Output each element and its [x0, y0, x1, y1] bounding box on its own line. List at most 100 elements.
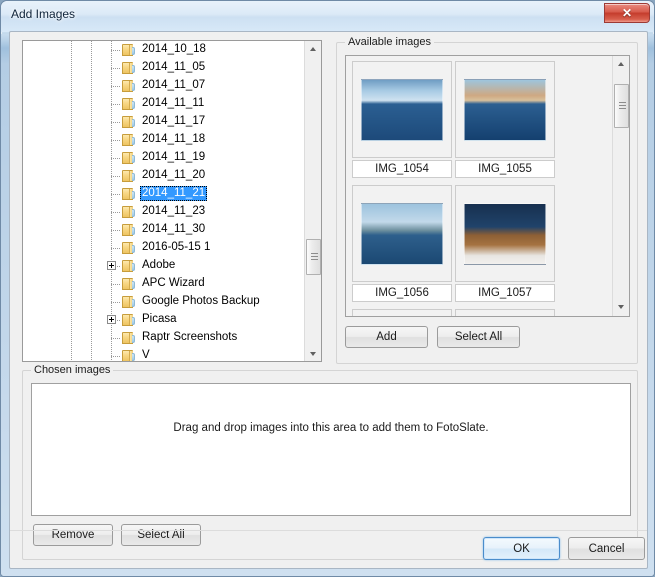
- chosen-select-all-button[interactable]: Select All: [121, 524, 201, 546]
- chosen-images-dropzone[interactable]: Drag and drop images into this area to a…: [31, 383, 631, 516]
- tree-connector: [111, 50, 121, 51]
- thumbnail-image[interactable]: [352, 309, 452, 316]
- thumbnail-cell[interactable]: IMG_1056: [352, 185, 452, 302]
- tree-connector: [111, 158, 121, 159]
- chosen-images-legend: Chosen images: [31, 364, 114, 376]
- tree-item[interactable]: 2014_10_18: [23, 41, 306, 59]
- tree-item[interactable]: Raptr Screenshots: [23, 329, 306, 347]
- scrollbar-thumb[interactable]: [306, 239, 321, 276]
- scroll-up-arrow-icon[interactable]: [613, 56, 629, 73]
- available-images-list[interactable]: IMG_1054 IMG_1055 IMG_1056 IMG_1057: [345, 55, 630, 317]
- tree-item[interactable]: 2014_11_23: [23, 203, 306, 221]
- dialog-client-area: 2014_10_18 2014_11_05 2014_11_07 2014_11_11…: [9, 31, 648, 569]
- tree-item[interactable]: 2014_11_05: [23, 59, 306, 77]
- tree-item-label: 2014_11_19: [142, 151, 206, 163]
- scrollbar-grip-icon: [311, 253, 318, 262]
- tree-item[interactable]: 2014_11_30: [23, 221, 306, 239]
- add-button[interactable]: Add: [345, 326, 428, 348]
- thumbnail-image[interactable]: [352, 61, 452, 158]
- tree-item[interactable]: 2014_11_19: [23, 149, 306, 167]
- remove-button[interactable]: Remove: [33, 524, 113, 546]
- tree-item-label: 2014_11_17: [142, 115, 206, 127]
- thumbnail-filename[interactable]: IMG_1054: [352, 160, 452, 178]
- folder-icon: [122, 224, 136, 236]
- tree-connector: [111, 176, 121, 177]
- tree-connector: [111, 284, 121, 285]
- tree-item-label: 2014_11_30: [142, 223, 206, 235]
- folder-icon: [122, 332, 136, 344]
- folder-icon: [122, 152, 136, 164]
- folder-icon: [122, 206, 136, 218]
- tree-item-label: 2014_11_23: [142, 205, 206, 217]
- photo-preview: [464, 202, 546, 265]
- folder-icon: [122, 278, 136, 290]
- tree-item[interactable]: V: [23, 347, 306, 361]
- tree-item[interactable]: 2016-05-15 1: [23, 239, 306, 257]
- scroll-up-arrow-icon[interactable]: [305, 41, 321, 58]
- tree-connector: [111, 338, 121, 339]
- available-images-group: Available images IMG_1054 IMG_1055 IMG_105…: [336, 36, 638, 364]
- folder-icon: [122, 314, 136, 326]
- available-select-all-button[interactable]: Select All: [437, 326, 520, 348]
- tree-item-label: 2014_10_18: [142, 43, 206, 55]
- tree-item[interactable]: Adobe: [23, 257, 306, 275]
- available-images-scrollbar[interactable]: [612, 56, 629, 316]
- folder-icon: [122, 62, 136, 74]
- tree-item[interactable]: 2014_11_11: [23, 95, 306, 113]
- thumbnail-cell[interactable]: IMG_1054: [352, 61, 452, 178]
- scroll-down-arrow-icon[interactable]: [613, 299, 629, 316]
- tree-item[interactable]: Google Photos Backup: [23, 293, 306, 311]
- thumbnail-filename[interactable]: IMG_1056: [352, 284, 452, 302]
- tree-item[interactable]: 2014_11_17: [23, 113, 306, 131]
- tree-item[interactable]: 2014_11_20: [23, 167, 306, 185]
- thumbnail-filename[interactable]: IMG_1057: [455, 284, 555, 302]
- tree-item[interactable]: 2014_11_21: [23, 185, 306, 203]
- tree-item-label: 2014_11_20: [142, 169, 206, 181]
- folder-icon: [122, 98, 136, 110]
- tree-item-label: V: [142, 349, 150, 361]
- thumbnail-image[interactable]: [455, 309, 555, 316]
- tree-connector: [111, 356, 121, 357]
- tree-connector: [111, 212, 121, 213]
- folder-icon: [122, 134, 136, 146]
- tree-item-label: 2014_11_07: [142, 79, 206, 91]
- ok-button[interactable]: OK: [483, 537, 560, 560]
- thumbnail-filename[interactable]: IMG_1055: [455, 160, 555, 178]
- thumbnail-image[interactable]: [455, 61, 555, 158]
- folder-icon: [122, 44, 136, 56]
- tree-item-label: Picasa: [142, 313, 177, 325]
- scrollbar-thumb[interactable]: [614, 83, 629, 128]
- title-bar[interactable]: Add Images ✕: [1, 1, 654, 32]
- tree-item[interactable]: Picasa: [23, 311, 306, 329]
- tree-expand-icon[interactable]: [107, 315, 116, 324]
- folder-tree-panel[interactable]: 2014_10_18 2014_11_05 2014_11_07 2014_11_11…: [22, 40, 322, 362]
- folder-tree-scrollbar[interactable]: [304, 41, 321, 361]
- close-button[interactable]: ✕: [604, 3, 650, 23]
- thumbnail-image[interactable]: [455, 185, 555, 282]
- thumbnail-image[interactable]: [352, 185, 452, 282]
- tree-connector: [111, 248, 121, 249]
- scroll-down-arrow-icon[interactable]: [305, 346, 321, 361]
- tree-connector: [111, 302, 121, 303]
- tree-item-label-selected: 2014_11_21: [140, 186, 208, 201]
- tree-connector: [111, 68, 121, 69]
- tree-connector: [111, 122, 121, 123]
- tree-item-label: 2014_11_05: [142, 61, 206, 73]
- chosen-images-group: Chosen images Drag and drop images into …: [22, 364, 638, 560]
- folder-icon: [122, 350, 136, 361]
- tree-connector: [111, 194, 121, 195]
- photo-preview: [361, 202, 443, 265]
- tree-expand-icon[interactable]: [107, 261, 116, 270]
- cancel-button[interactable]: Cancel: [568, 537, 645, 560]
- thumbnail-cell[interactable]: IMG_1057: [455, 185, 555, 302]
- tree-item-label: Raptr Screenshots: [142, 331, 238, 343]
- tree-item[interactable]: 2014_11_18: [23, 131, 306, 149]
- thumbnail-cell[interactable]: IMG_1055: [455, 61, 555, 178]
- photo-preview: [464, 78, 546, 141]
- tree-item[interactable]: 2014_11_07: [23, 77, 306, 95]
- folder-icon: [122, 116, 136, 128]
- folder-icon: [122, 242, 136, 254]
- tree-connector: [111, 104, 121, 105]
- tree-item-label: 2014_11_18: [142, 133, 206, 145]
- tree-item[interactable]: APC Wizard: [23, 275, 306, 293]
